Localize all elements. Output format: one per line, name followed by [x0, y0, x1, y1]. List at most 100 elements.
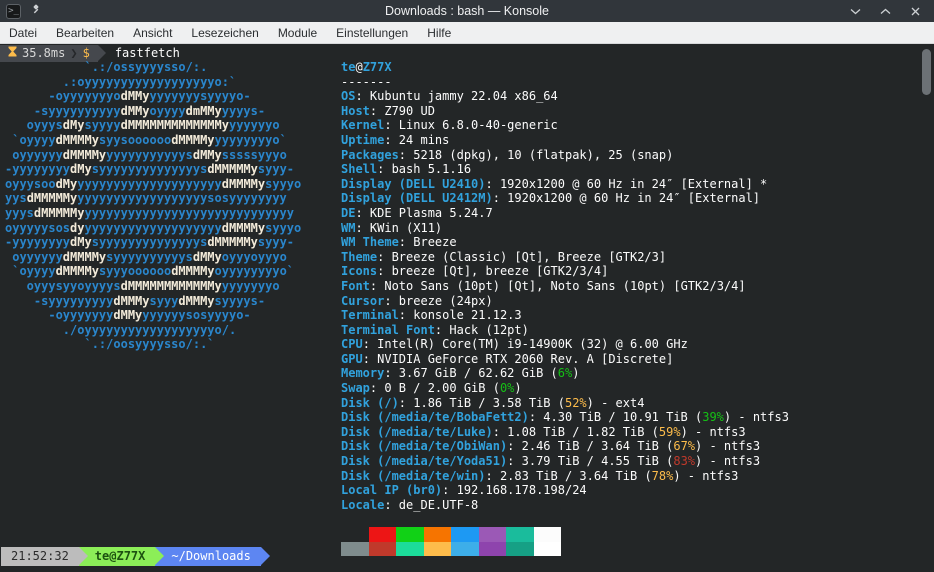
fastfetch-info: te@Z77X ------- OS: Kubuntu jammy 22.04 x8…: [341, 60, 789, 557]
color-swatch: [506, 527, 534, 542]
info-line: Terminal Font: Hack (12pt): [341, 322, 529, 337]
menu-item-einstellungen[interactable]: Einstellungen: [336, 26, 408, 40]
info-line: OS: Kubuntu jammy 22.04 x86_64: [341, 89, 558, 104]
command-duration: 35.8ms: [22, 46, 66, 61]
info-line: WM: KWin (X11): [341, 220, 443, 235]
color-swatch: [451, 527, 479, 542]
scrollbar-thumb[interactable]: [922, 49, 931, 95]
menu-item-ansicht[interactable]: Ansicht: [133, 26, 172, 40]
color-swatch: [533, 541, 561, 557]
info-line: CPU: Intel(R) Core(TM) i9-14900K (32) @ …: [341, 337, 688, 352]
info-line: Display (DELL U2412M): 1920x1200 @ 60 Hz…: [341, 191, 761, 206]
info-line: te@Z77X: [341, 60, 392, 74]
art-line: oyyysoodMyyyyyyyyyyyyyyyyyyyyydMMMMysyyy…: [5, 176, 302, 191]
minimize-button[interactable]: [848, 4, 862, 18]
art-line: -yyyyyyyydMysyyyyyyyyyyyyyysdMMMMMysyyy-: [5, 162, 295, 177]
info-line: Display (DELL U2410): 1920x1200 @ 60 Hz …: [341, 176, 768, 191]
kubuntu-ascii-logo: `.:/ossyyyysso/:. .:oyyyyyyyyyyyyyyyyyyo…: [5, 60, 301, 352]
info-line: Icons: breeze [Qt], breeze [GTK2/3/4]: [341, 264, 609, 279]
working-directory-segment: ~/Downloads: [155, 547, 261, 566]
bottom-prompt-bar: 21:52:32 te@Z77X ~/Downloads: [1, 547, 270, 566]
info-line: Host: Z790 UD: [341, 103, 435, 118]
info-line: -------: [341, 74, 392, 89]
palette-row1: [341, 527, 789, 542]
color-swatch: [341, 541, 369, 557]
info-line: Swap: 0 B / 2.00 GiB (0%): [341, 381, 522, 396]
info-line: WM Theme: Breeze: [341, 235, 457, 250]
info-line: Theme: Breeze (Classic) [Qt], Breeze [GT…: [341, 249, 667, 264]
color-swatch: [451, 541, 479, 557]
color-swatch: [506, 541, 534, 557]
info-line: Disk (/media/te/Yoda51): 3.79 TiB / 4.55…: [341, 454, 761, 469]
art-line: `.:/oosyyyysso/:.`: [5, 337, 215, 352]
info-line: Local IP (br0): 192.168.178.198/24: [341, 483, 587, 498]
info-line: Disk (/media/te/Luke): 1.08 TiB / 1.82 T…: [341, 424, 746, 439]
art-line: -oyyyyyyyodMMyyyyyyyysyyyyo-: [5, 89, 251, 104]
title-bar[interactable]: >_ Downloads : bash — Konsole: [0, 0, 934, 22]
color-swatch: [368, 541, 396, 557]
info-line: Packages: 5218 (dpkg), 10 (flatpak), 25 …: [341, 147, 674, 162]
palette-row2: [341, 541, 789, 557]
info-line: DE: KDE Plasma 5.24.7: [341, 205, 493, 220]
titlebar-icons: >_: [0, 3, 220, 19]
powerline-arrow: [155, 547, 165, 565]
art-line: oyyysdMysyyyydMMMMMMMMMMMMMyyyyyyyo: [5, 118, 280, 133]
color-swatch: [478, 527, 506, 542]
powerline-arrow: [78, 547, 88, 565]
info-line: Kernel: Linux 6.8.0-40-generic: [341, 118, 558, 133]
menu-item-lesezeichen[interactable]: Lesezeichen: [191, 26, 258, 40]
window-controls: [848, 4, 934, 18]
info-line: Disk (/media/te/BobaFett2): 4.30 TiB / 1…: [341, 410, 789, 425]
hourglass-icon: [8, 46, 17, 61]
info-line: Memory: 3.67 GiB / 62.62 GiB (6%): [341, 366, 580, 381]
clock-segment: 21:52:32: [1, 547, 79, 566]
pin-icon[interactable]: [29, 4, 41, 19]
info-line: Shell: bash 5.1.16: [341, 162, 472, 177]
menu-item-module[interactable]: Module: [278, 26, 317, 40]
info-line: Font: Noto Sans (10pt) [Qt], Noto Sans (…: [341, 278, 746, 293]
art-line: -syyyyyyyyyydMMyoyyyydmMMyyyyys-: [5, 103, 266, 118]
prompt-chevron: ❯: [70, 46, 78, 61]
art-line: -oyyyyyyydMMyyyyyyysosyyyyo-: [5, 308, 251, 323]
art-line: oyyyyyydMMMMysyyyyyyyyyysdMMyoyyyoyyyo: [5, 249, 287, 264]
menu-item-datei[interactable]: Datei: [9, 26, 37, 40]
menu-item-bearbeiten[interactable]: Bearbeiten: [56, 26, 114, 40]
info-line: Cursor: breeze (24px): [341, 293, 493, 308]
powerline-arrow: [260, 547, 270, 565]
info-line: Disk (/media/te/ObiWan): 2.46 TiB / 3.64…: [341, 439, 761, 454]
konsole-window: >_ Downloads : bash — Konsole Datei Bearb…: [0, 0, 934, 572]
maximize-button[interactable]: [878, 4, 892, 18]
konsole-app-icon: >_: [6, 3, 21, 19]
color-swatch: [368, 527, 396, 542]
color-swatch: [396, 527, 424, 542]
menu-bar: Datei Bearbeiten Ansicht Lesezeichen Module E…: [0, 22, 934, 44]
art-line: yyysdMMMMMyyyyyyyyyyyyyyyyyyyyyyyyyyyyyy: [5, 205, 294, 220]
info-line: Uptime: 24 mins: [341, 132, 450, 147]
menu-item-hilfe[interactable]: Hilfe: [427, 26, 451, 40]
info-line: GPU: NVIDIA GeForce RTX 2060 Rev. A [Dis…: [341, 351, 674, 366]
powerline-arrow: [97, 45, 106, 61]
art-line: oyyysyyoyyyysdMMMMMMMMMMMMyyyyyyyyo: [5, 278, 280, 293]
art-line: yysdMMMMMyyyyyyyyyyyyyyyyyyysosyyyyyyyy: [5, 191, 287, 206]
art-line: oyyyyysosdyyyyyyyyyyyyyyyyyyyydMMMMysyyy…: [5, 220, 302, 235]
art-line: `oyyyydMMMMysyyyoooooodMMMMyoyyyyyyyyo`: [5, 264, 295, 279]
ansi-color-palette: [341, 527, 789, 557]
color-swatch: [478, 541, 506, 557]
color-swatch: [341, 527, 369, 542]
prompt-symbol: $: [82, 46, 90, 61]
art-line: `.:/ossyyyysso/:.: [5, 60, 208, 74]
close-button[interactable]: [908, 4, 922, 18]
color-swatch: [396, 541, 424, 557]
color-swatch: [533, 527, 561, 542]
art-line: -syyyyyyyyydMMMysyyydMMMysyyyys-: [5, 293, 266, 308]
info-line: Disk (/): 1.86 TiB / 3.58 TiB (52%) - ex…: [341, 395, 645, 410]
user-host-segment: te@Z77X: [78, 547, 156, 566]
art-line: ./oyyyyyyyyyyyyyyyyyyo/.: [5, 322, 237, 337]
info-line: Locale: de_DE.UTF-8: [341, 497, 479, 512]
art-line: `oyyyydMMMMysyysoooooodMMMMyyyyyyyyyo`: [5, 132, 287, 147]
art-line: .:oyyyyyyyyyyyyyyyyyyo:`: [5, 74, 237, 89]
art-line: oyyyyyydMMMMyyyyyyyyyyyysdMMysssssyyyo: [5, 147, 287, 162]
terminal-area[interactable]: 35.8ms ❯ $ fastfetch `.:/ossyyyysso/:. .…: [0, 44, 934, 572]
art-line: -yyyyyyyydMysyyyyyyyyyyyyyysdMMMMMysyyy-: [5, 235, 295, 250]
info-line: Disk (/media/te/win): 2.83 TiB / 3.64 Ti…: [341, 468, 739, 483]
